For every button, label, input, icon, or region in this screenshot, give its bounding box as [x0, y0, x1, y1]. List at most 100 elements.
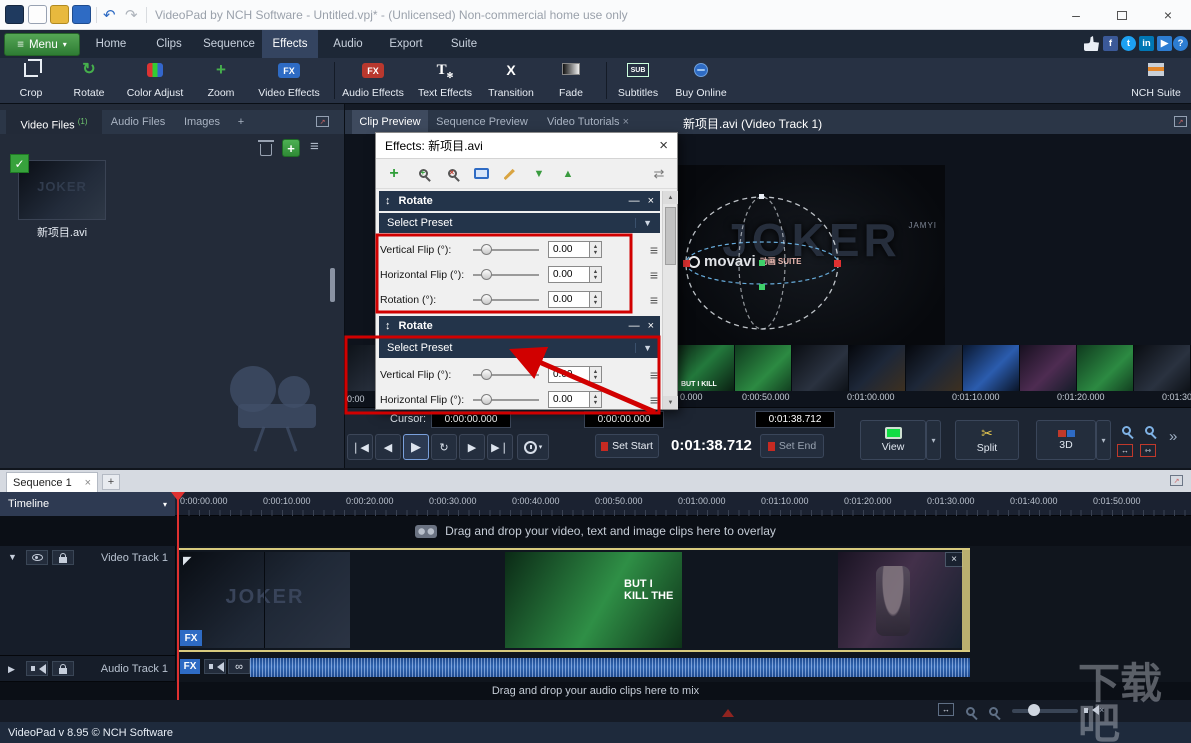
move-down-icon[interactable]: ▼	[529, 164, 549, 184]
loop-button[interactable]: ↻	[431, 434, 457, 460]
facebook-icon[interactable]: f	[1103, 36, 1118, 51]
tab-images[interactable]: Images	[176, 110, 228, 134]
preview-monitor-icon[interactable]	[471, 164, 491, 184]
panel-resize-handle[interactable]	[330, 268, 335, 302]
pan-icon[interactable]: ↔	[938, 703, 954, 716]
tab-export[interactable]: Export	[378, 30, 434, 58]
tab-sequence-1[interactable]: Sequence 1×	[6, 472, 98, 492]
tab-video-files[interactable]: Video Files (1)	[6, 110, 102, 134]
param-slider[interactable]	[473, 269, 539, 280]
mute-speaker-icon[interactable]: ×	[1084, 705, 1104, 715]
clip-resize-handle[interactable]: ◤	[183, 554, 191, 567]
add-files-button[interactable]: +	[282, 139, 300, 157]
zoom-in-icon[interactable]	[1139, 421, 1159, 439]
maximize-button[interactable]	[1106, 3, 1138, 27]
detach-panel-icon[interactable]: ↗	[316, 116, 329, 127]
go-to-start-button[interactable]: ❘◀	[347, 434, 373, 460]
like-icon[interactable]	[1084, 36, 1099, 51]
audio-waveform[interactable]	[250, 658, 970, 677]
video-frame[interactable]: JOKER JAMYI movavi动画 SUITE	[678, 165, 945, 363]
crop-button[interactable]: Crop	[6, 60, 56, 102]
param-menu-icon[interactable]: ≡	[650, 294, 658, 306]
next-frame-button[interactable]: ▶	[459, 434, 485, 460]
transition-button[interactable]: XTransition	[481, 60, 541, 102]
start-time-field[interactable]: 0:00:00.000	[584, 411, 664, 428]
param-slider[interactable]	[473, 394, 539, 405]
remove-clip-button[interactable]: ×	[945, 552, 963, 567]
playback-speed-button[interactable]: ▾	[517, 434, 549, 460]
param-spinner[interactable]: ▲▼	[590, 241, 602, 258]
view-button[interactable]: View	[860, 420, 926, 460]
tab-clip-preview[interactable]: Clip Preview	[352, 110, 428, 134]
expand-transport-icon[interactable]: »	[1169, 428, 1177, 445]
tab-home[interactable]: Home	[84, 30, 138, 58]
effects-dialog-titlebar[interactable]: Effects: 新项目.avi ×	[376, 133, 677, 159]
param-spinner[interactable]: ▲▼	[590, 291, 602, 308]
effect-section-header[interactable]: ↕ Rotate — ×	[379, 316, 660, 336]
volume-slider-handle[interactable]	[1028, 704, 1040, 716]
zoom-fit-icon[interactable]	[960, 702, 980, 720]
audio-fx-badge[interactable]: FX	[180, 659, 200, 674]
list-view-icon[interactable]: ≡	[310, 140, 319, 154]
tab-effects[interactable]: Effects	[262, 30, 318, 58]
new-project-icon[interactable]	[28, 5, 47, 24]
3d-button[interactable]: 3D	[1036, 420, 1096, 460]
add-sequence-tab[interactable]: +	[102, 474, 120, 490]
param-slider[interactable]	[473, 244, 539, 255]
video-effects-button[interactable]: FXVideo Effects	[252, 60, 326, 102]
tab-sequence[interactable]: Sequence	[198, 30, 260, 58]
zoom-button[interactable]: +Zoom	[194, 60, 248, 102]
dialog-scrollbar[interactable]: ▲ ▼	[662, 191, 677, 409]
remove-effect-icon[interactable]: ×	[648, 320, 654, 332]
effects-dialog[interactable]: Effects: 新项目.avi × + + × ▼ ▲ ⇄ ↕ Rotate …	[375, 132, 678, 410]
zoom-out-icon[interactable]	[1116, 421, 1136, 439]
scroll-down-arrow[interactable]: ▼	[663, 396, 678, 409]
youtube-icon[interactable]: ▶	[1157, 36, 1172, 51]
help-icon[interactable]: ?	[1173, 36, 1188, 51]
audio-link-icon[interactable]: ∞	[228, 659, 250, 674]
param-menu-icon[interactable]: ≡	[650, 244, 658, 256]
tab-suite[interactable]: Suite	[438, 30, 490, 58]
param-value-field[interactable]: 0.00	[548, 291, 590, 308]
scrollbar-handle[interactable]	[665, 207, 676, 265]
split-button[interactable]: ✂Split	[955, 420, 1019, 460]
clip-filmstrip[interactable]: BUT I KILL	[678, 345, 1191, 391]
subtitles-button[interactable]: SUBSubtitles	[610, 60, 666, 102]
edit-effect-icon[interactable]	[500, 164, 520, 184]
fit-selection-icon[interactable]: ⇿	[1140, 444, 1156, 457]
tab-sequence-preview[interactable]: Sequence Preview	[432, 110, 532, 134]
3d-dropdown[interactable]: ▾	[1096, 420, 1111, 460]
param-slider[interactable]	[473, 294, 539, 305]
tab-audio-files[interactable]: Audio Files	[104, 110, 172, 134]
twitter-icon[interactable]: t	[1121, 36, 1136, 51]
save-project-icon[interactable]	[72, 5, 91, 24]
timeline-mode-dropdown[interactable]: Timeline▾	[0, 492, 175, 516]
audio-effects-button[interactable]: FXAudio Effects	[336, 60, 410, 102]
param-value-field[interactable]: 0.00	[548, 366, 590, 383]
preset-select[interactable]: Select Preset▼	[379, 338, 660, 358]
param-menu-icon[interactable]: ≡	[650, 269, 658, 281]
volume-slider[interactable]	[1012, 709, 1078, 713]
close-dialog-icon[interactable]: ×	[659, 137, 668, 154]
set-start-button[interactable]: Set Start	[595, 434, 659, 458]
tab-audio[interactable]: Audio	[322, 30, 374, 58]
drag-handle-icon[interactable]: ↕	[385, 195, 391, 207]
close-tab-icon[interactable]: ×	[85, 477, 91, 489]
param-menu-icon[interactable]: ≡	[650, 394, 658, 406]
nch-suite-button[interactable]: NCH Suite	[1126, 60, 1186, 102]
shuffle-icon[interactable]: ⇄	[649, 164, 669, 184]
undo-icon[interactable]: ↶	[103, 6, 116, 24]
minimize-button[interactable]: –	[1060, 3, 1092, 27]
playhead-line[interactable]	[177, 492, 179, 700]
menu-button[interactable]: ≡ Menu ▾	[4, 33, 80, 56]
set-end-button[interactable]: Set End	[760, 434, 824, 458]
clip-end-handle[interactable]	[962, 550, 970, 650]
effect-section-header[interactable]: ↕ Rotate — ×	[379, 191, 660, 211]
buy-online-button[interactable]: Buy Online	[670, 60, 732, 102]
param-value-field[interactable]: 0.00	[548, 391, 590, 408]
param-value-field[interactable]: 0.00	[548, 241, 590, 258]
scroll-up-arrow[interactable]: ▲	[663, 191, 678, 204]
detach-timeline-icon[interactable]: ↗	[1170, 475, 1183, 486]
remove-effect-icon[interactable]: ×	[648, 195, 654, 207]
detach-preview-icon[interactable]: ↗	[1174, 116, 1187, 127]
